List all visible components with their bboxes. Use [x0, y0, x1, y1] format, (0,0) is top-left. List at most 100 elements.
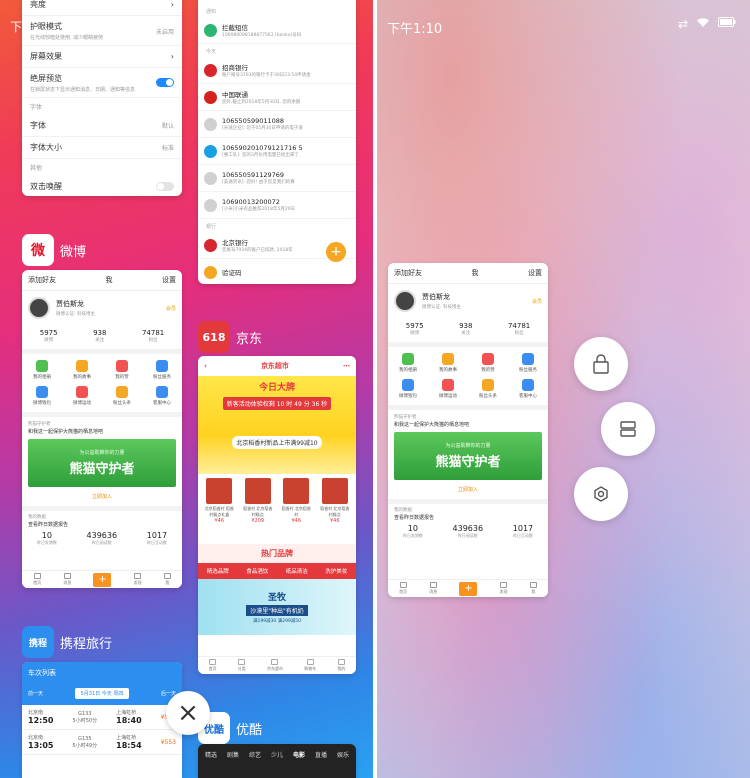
category-tab[interactable]: 洗护美妆 [325, 567, 347, 575]
train-row[interactable]: 北京南 13:05 G135 5小时49分 上海虹桥 18:54 ¥553 [22, 730, 182, 755]
settings-row-lock-preview[interactable]: 绝屏预览 在锁屏状态下显示通知消息、日期、通知等信息 [22, 68, 182, 98]
cart-icon[interactable]: ⋯ [343, 362, 350, 370]
tab-item[interactable]: 我 [163, 573, 171, 586]
youku-tab[interactable]: 综艺 [249, 750, 261, 759]
message-item[interactable]: 拦截短信 106980098189877563 [banka]号码 [198, 17, 356, 44]
split-screen-button[interactable] [601, 402, 655, 456]
data-report-link[interactable]: 查看昨日数据报告 [22, 520, 182, 529]
feature-item[interactable]: 我的故事 [428, 353, 468, 373]
tab-item[interactable]: 首页 [33, 573, 41, 586]
tab-item[interactable]: 京东超市 [267, 659, 283, 672]
vip-badge[interactable]: 会员 [532, 298, 542, 305]
settings-button[interactable]: 设置 [162, 275, 176, 285]
add-friend-button[interactable]: 添加好友 [394, 268, 422, 278]
lock-preview-toggle[interactable] [156, 78, 174, 87]
compose-button[interactable]: + [93, 572, 112, 587]
join-button[interactable]: 立即加入 [388, 480, 548, 504]
profile-stat[interactable]: 74781 粉丝 [508, 322, 530, 336]
tab-item[interactable]: 消息 [429, 582, 437, 595]
jd-promo-banner[interactable]: 圣牧 沙漠里"种出"有机奶 满199减30 满299减50 [198, 579, 356, 635]
settings-button[interactable]: 设置 [528, 268, 542, 278]
profile-stat[interactable]: 5975 微博 [406, 322, 424, 336]
avatar[interactable] [394, 290, 416, 312]
youku-tab[interactable]: 电影 [293, 750, 305, 759]
tab-item[interactable]: 发现 [134, 573, 142, 586]
settings-row-font-size[interactable]: 字体大小 标准 [22, 137, 182, 159]
feature-item[interactable]: 粉丝服务 [508, 353, 548, 373]
messages-app-card[interactable]: 通知 拦截短信 106980098189877563 [banka]号码 今天 招… [198, 0, 356, 284]
jd-app-card[interactable]: ‹ 京东超市 ⋯ 今日大牌 新客活动体验权剩 10 时 49 分 36 秒 北京… [198, 356, 356, 674]
tab-item[interactable]: 我 [529, 582, 537, 595]
feature-item[interactable]: 微博钱包 [22, 386, 62, 406]
vip-badge[interactable]: 会员 [166, 305, 176, 312]
feature-item[interactable]: 我的相册 [388, 353, 428, 373]
feature-item[interactable]: 微博运动 [62, 386, 102, 406]
feature-item[interactable]: 客服中心 [508, 379, 548, 399]
app-settings-button[interactable] [574, 467, 628, 521]
profile-header[interactable]: 贾伯斯龙 微博认证: 科技博主 会员 [388, 284, 548, 318]
profile-stat[interactable]: 5975 微博 [40, 329, 58, 343]
product-item[interactable]: 稻香村 北京稻香村 ¥46 [281, 478, 311, 540]
compose-button[interactable]: + [326, 242, 346, 262]
settings-row-font[interactable]: 字体 默认 [22, 115, 182, 137]
feature-item[interactable]: 我的相册 [22, 360, 62, 380]
settings-row-double-tap-wake[interactable]: 双击唤醒 [22, 176, 182, 196]
product-item[interactable]: 北京稻香村 稻香村糕点礼盒 ¥46 [204, 478, 234, 540]
tab-item[interactable]: 首页 [209, 659, 217, 672]
profile-stat[interactable]: 74781 粉丝 [142, 329, 164, 343]
weibo-app-card[interactable]: 添加好友我 设置贾伯斯龙 微博认证: 科技博主 会员 5975 微博 938 关注 74781 粉… [22, 270, 182, 588]
youku-tab[interactable]: 娱乐 [337, 750, 349, 759]
tab-item[interactable]: 购物车 [304, 659, 316, 672]
settings-row-eye-care[interactable]: 护眼模式 在光线较暗处使用, 减少眼睛疲劳 未启用 [22, 16, 182, 46]
feature-item[interactable]: 粉丝服务 [142, 360, 182, 380]
prev-day-button[interactable]: 前一天 [28, 690, 43, 697]
tab-item[interactable]: 分类 [238, 659, 246, 672]
tab-item[interactable]: 消息 [63, 573, 71, 586]
back-icon[interactable]: ‹ [204, 362, 207, 370]
double-tap-toggle[interactable] [156, 182, 174, 191]
message-item[interactable]: 106550599011088 [光速企业]: 您于05月30日申请的电子发 [198, 111, 356, 138]
close-all-button[interactable]: × [166, 691, 210, 735]
message-item[interactable]: 招商银行 账户尾号3703的银行卡于30日23:54申请金 [198, 57, 356, 84]
settings-app-card[interactable]: 亮度 › 护眼模式 在光线较暗处使用, 减少眼睛疲劳 未启用 屏幕效果 › 绝屏预览… [22, 0, 182, 196]
feature-item[interactable]: 我的故事 [62, 360, 102, 380]
settings-row-screen-effect[interactable]: 屏幕效果 › [22, 46, 182, 68]
product-item[interactable]: 稻香村 北京稻香村糕点 ¥209 [243, 478, 273, 540]
date-picker[interactable]: 5月31日 今天 周四 [74, 688, 130, 699]
avatar[interactable] [28, 297, 50, 319]
weibo-app-card-selected[interactable]: 添加好友我 设置贾伯斯龙 微博认证: 科技博主 会员 5975 微博 938 关注 74781 粉… [388, 263, 548, 597]
category-tab[interactable]: 纸品清洁 [286, 567, 308, 575]
join-button[interactable]: 立即加入 [22, 487, 182, 511]
youku-tab[interactable]: 少儿 [271, 750, 283, 759]
youku-tab[interactable]: 剧集 [227, 750, 239, 759]
profile-stat[interactable]: 938 关注 [459, 322, 472, 336]
feature-item[interactable]: 我的赞 [468, 353, 508, 373]
profile-stat[interactable]: 938 关注 [93, 329, 106, 343]
message-item[interactable]: 中国联通 您好,截止到2018年5月30日, 您的余额 [198, 84, 356, 111]
lock-app-button[interactable] [574, 337, 628, 391]
feature-item[interactable]: 粉丝头条 [468, 379, 508, 399]
panda-promo-banner[interactable]: 为公益助推你的力量 熊猫守护者 [28, 439, 176, 487]
feature-item[interactable]: 粉丝头条 [102, 386, 142, 406]
data-report-link[interactable]: 查看昨日数据报告 [388, 513, 548, 522]
tab-item[interactable]: 首页 [399, 582, 407, 595]
message-item[interactable]: 验证码 [198, 259, 356, 284]
message-item[interactable]: 106590201079121716 5 [惠工队]: 您的3月份用电量已经出来了 [198, 138, 356, 165]
compose-button[interactable]: + [459, 581, 478, 596]
tab-item[interactable]: 发现 [500, 582, 508, 595]
ctrip-app-card[interactable]: 车次列表 前一天 5月31日 今天 周四 后一天 北京南 12:50 G133 5小时… [22, 662, 182, 778]
message-item[interactable]: 106550591129769 [美通资讯]: 您好! 由于您是我们的尊 [198, 165, 356, 192]
tab-item[interactable]: 我的 [337, 659, 345, 672]
feature-item[interactable]: 微博运动 [428, 379, 468, 399]
profile-header[interactable]: 贾伯斯龙 微博认证: 科技博主 会员 [22, 291, 182, 325]
jd-banner[interactable]: 今日大牌 新客活动体验权剩 10 时 49 分 36 秒 北京稻香村新品上市满9… [198, 376, 356, 474]
youku-tab[interactable]: 直播 [315, 750, 327, 759]
settings-row-brightness[interactable]: 亮度 › [22, 0, 182, 16]
message-item[interactable]: 10690013200072 [小米]小米有品推荐2018年5月20日 [198, 192, 356, 219]
add-friend-button[interactable]: 添加好友 [28, 275, 56, 285]
feature-item[interactable]: 我的赞 [102, 360, 142, 380]
category-tab[interactable]: 食品酒饮 [246, 567, 268, 575]
feature-item[interactable]: 客服中心 [142, 386, 182, 406]
youku-app-card[interactable]: 精选 剧集 综艺 少儿 电影 直播 娱乐 [198, 744, 356, 778]
panda-promo-banner[interactable]: 为公益助推你的力量 熊猫守护者 [394, 432, 542, 480]
